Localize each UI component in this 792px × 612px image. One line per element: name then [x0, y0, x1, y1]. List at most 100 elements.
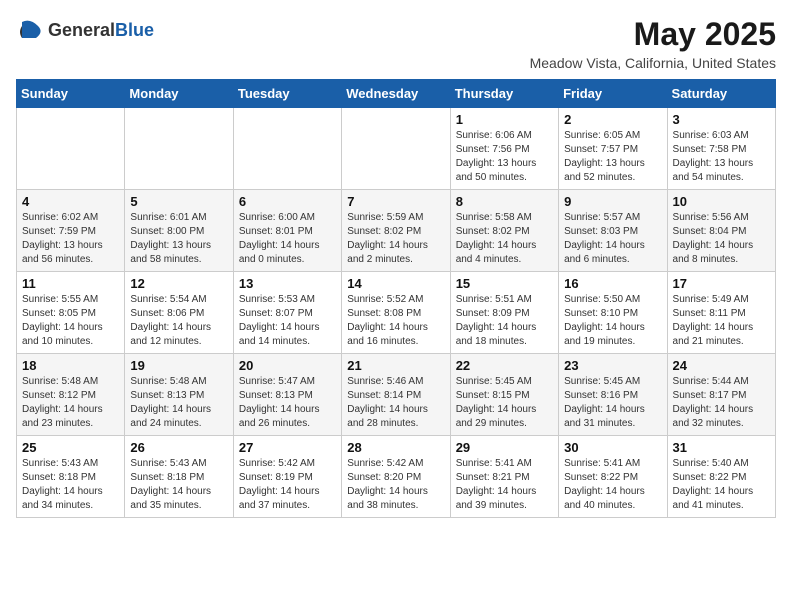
logo-blue: Blue — [115, 20, 154, 40]
day-info: Sunrise: 6:03 AMSunset: 7:58 PMDaylight:… — [673, 129, 770, 185]
day-number: 31 — [673, 440, 770, 455]
calendar-cell: 7 Sunrise: 5:59 AMSunset: 8:02 PMDaylight… — [342, 190, 450, 272]
calendar-cell — [233, 108, 341, 190]
day-number: 12 — [130, 276, 227, 291]
day-info: Sunrise: 5:55 AMSunset: 8:05 PMDaylight:… — [22, 293, 119, 349]
calendar-cell: 22 Sunrise: 5:45 AMSunset: 8:15 PMDayligh… — [450, 354, 558, 436]
calendar-cell: 1Sunrise: 6:06 AMSunset: 7:56 PMDaylight… — [450, 108, 558, 190]
day-number: 5 — [130, 194, 227, 209]
day-number: 1 — [456, 112, 553, 127]
calendar-week-5: 25 Sunrise: 5:43 AMSunset: 8:18 PMDayligh… — [17, 436, 776, 518]
day-info: Sunrise: 5:50 AMSunset: 8:10 PMDaylight:… — [564, 293, 661, 349]
day-number: 4 — [22, 194, 119, 209]
header: GeneralBlue May 2025 Meadow Vista, Calif… — [16, 16, 776, 71]
calendar-cell: 3Sunrise: 6:03 AMSunset: 7:58 PMDaylight… — [667, 108, 775, 190]
calendar-cell: 18 Sunrise: 5:48 AMSunset: 8:12 PMDayligh… — [17, 354, 125, 436]
calendar-week-1: 1Sunrise: 6:06 AMSunset: 7:56 PMDaylight… — [17, 108, 776, 190]
day-number: 10 — [673, 194, 770, 209]
calendar-cell: 5 Sunrise: 6:01 AMSunset: 8:00 PMDaylight… — [125, 190, 233, 272]
calendar-week-3: 11Sunrise: 5:55 AMSunset: 8:05 PMDayligh… — [17, 272, 776, 354]
day-info: Sunrise: 5:41 AMSunset: 8:21 PMDaylight:… — [456, 457, 553, 513]
day-number: 14 — [347, 276, 444, 291]
calendar-title: May 2025 — [530, 16, 776, 53]
calendar-cell: 9Sunrise: 5:57 AMSunset: 8:03 PMDaylight… — [559, 190, 667, 272]
day-number: 13 — [239, 276, 336, 291]
calendar-cell: 19 Sunrise: 5:48 AMSunset: 8:13 PMDayligh… — [125, 354, 233, 436]
day-info: Sunrise: 5:52 AMSunset: 8:08 PMDaylight:… — [347, 293, 444, 349]
calendar-cell: 2 Sunrise: 6:05 AMSunset: 7:57 PMDaylight… — [559, 108, 667, 190]
calendar-cell: 13 Sunrise: 5:53 AMSunset: 8:07 PMDayligh… — [233, 272, 341, 354]
calendar-cell: 20Sunrise: 5:47 AMSunset: 8:13 PMDayligh… — [233, 354, 341, 436]
calendar-cell: 26 Sunrise: 5:43 AMSunset: 8:18 PMDayligh… — [125, 436, 233, 518]
calendar-cell: 30 Sunrise: 5:41 AMSunset: 8:22 PMDayligh… — [559, 436, 667, 518]
day-number: 21 — [347, 358, 444, 373]
calendar-week-4: 18 Sunrise: 5:48 AMSunset: 8:12 PMDayligh… — [17, 354, 776, 436]
day-info: Sunrise: 5:54 AMSunset: 8:06 PMDaylight:… — [130, 293, 227, 349]
logo: GeneralBlue — [16, 16, 154, 44]
logo-icon — [16, 16, 44, 44]
day-number: 26 — [130, 440, 227, 455]
weekday-header-wednesday: Wednesday — [342, 80, 450, 108]
calendar-cell: 8Sunrise: 5:58 AMSunset: 8:02 PMDaylight… — [450, 190, 558, 272]
day-info: Sunrise: 5:48 AMSunset: 8:13 PMDaylight:… — [130, 375, 227, 431]
calendar-cell: 6Sunrise: 6:00 AMSunset: 8:01 PMDaylight… — [233, 190, 341, 272]
day-number: 7 — [347, 194, 444, 209]
calendar-cell: 4 Sunrise: 6:02 AMSunset: 7:59 PMDaylight… — [17, 190, 125, 272]
day-number: 30 — [564, 440, 661, 455]
weekday-header-saturday: Saturday — [667, 80, 775, 108]
calendar-cell: 15Sunrise: 5:51 AMSunset: 8:09 PMDayligh… — [450, 272, 558, 354]
day-info: Sunrise: 6:02 AMSunset: 7:59 PMDaylight:… — [22, 211, 119, 267]
day-info: Sunrise: 5:51 AMSunset: 8:09 PMDaylight:… — [456, 293, 553, 349]
calendar-cell: 27 Sunrise: 5:42 AMSunset: 8:19 PMDayligh… — [233, 436, 341, 518]
day-number: 28 — [347, 440, 444, 455]
day-info: Sunrise: 5:45 AMSunset: 8:15 PMDaylight:… — [456, 375, 553, 431]
weekday-header-sunday: Sunday — [17, 80, 125, 108]
calendar-cell: 10 Sunrise: 5:56 AMSunset: 8:04 PMDayligh… — [667, 190, 775, 272]
calendar-cell: 21Sunrise: 5:46 AMSunset: 8:14 PMDayligh… — [342, 354, 450, 436]
day-info: Sunrise: 6:05 AMSunset: 7:57 PMDaylight:… — [564, 129, 661, 185]
day-info: Sunrise: 5:56 AMSunset: 8:04 PMDaylight:… — [673, 211, 770, 267]
day-number: 29 — [456, 440, 553, 455]
day-number: 25 — [22, 440, 119, 455]
day-number: 20 — [239, 358, 336, 373]
title-area: May 2025 Meadow Vista, California, Unite… — [530, 16, 776, 71]
day-info: Sunrise: 5:48 AMSunset: 8:12 PMDaylight:… — [22, 375, 119, 431]
logo-general: General — [48, 20, 115, 40]
calendar-cell: 31 Sunrise: 5:40 AMSunset: 8:22 PMDayligh… — [667, 436, 775, 518]
calendar-cell — [125, 108, 233, 190]
day-info: Sunrise: 5:43 AMSunset: 8:18 PMDaylight:… — [130, 457, 227, 513]
day-number: 2 — [564, 112, 661, 127]
day-number: 6 — [239, 194, 336, 209]
day-info: Sunrise: 5:40 AMSunset: 8:22 PMDaylight:… — [673, 457, 770, 513]
day-info: Sunrise: 5:41 AMSunset: 8:22 PMDaylight:… — [564, 457, 661, 513]
day-info: Sunrise: 5:43 AMSunset: 8:18 PMDaylight:… — [22, 457, 119, 513]
day-number: 27 — [239, 440, 336, 455]
day-info: Sunrise: 5:49 AMSunset: 8:11 PMDaylight:… — [673, 293, 770, 349]
calendar-cell: 29 Sunrise: 5:41 AMSunset: 8:21 PMDayligh… — [450, 436, 558, 518]
day-number: 17 — [673, 276, 770, 291]
day-info: Sunrise: 5:42 AMSunset: 8:20 PMDaylight:… — [347, 457, 444, 513]
calendar-cell: 28 Sunrise: 5:42 AMSunset: 8:20 PMDayligh… — [342, 436, 450, 518]
calendar-week-2: 4 Sunrise: 6:02 AMSunset: 7:59 PMDaylight… — [17, 190, 776, 272]
day-number: 19 — [130, 358, 227, 373]
calendar-cell — [342, 108, 450, 190]
day-number: 16 — [564, 276, 661, 291]
calendar-cell: 12 Sunrise: 5:54 AMSunset: 8:06 PMDayligh… — [125, 272, 233, 354]
day-info: Sunrise: 5:42 AMSunset: 8:19 PMDaylight:… — [239, 457, 336, 513]
calendar-cell: 17 Sunrise: 5:49 AMSunset: 8:11 PMDayligh… — [667, 272, 775, 354]
day-number: 8 — [456, 194, 553, 209]
day-info: Sunrise: 6:01 AMSunset: 8:00 PMDaylight:… — [130, 211, 227, 267]
calendar-cell: 25 Sunrise: 5:43 AMSunset: 8:18 PMDayligh… — [17, 436, 125, 518]
day-info: Sunrise: 5:53 AMSunset: 8:07 PMDaylight:… — [239, 293, 336, 349]
day-info: Sunrise: 5:44 AMSunset: 8:17 PMDaylight:… — [673, 375, 770, 431]
calendar-cell: 14 Sunrise: 5:52 AMSunset: 8:08 PMDayligh… — [342, 272, 450, 354]
day-number: 23 — [564, 358, 661, 373]
calendar-cell: 11Sunrise: 5:55 AMSunset: 8:05 PMDayligh… — [17, 272, 125, 354]
calendar-table: SundayMondayTuesdayWednesdayThursdayFrid… — [16, 79, 776, 518]
day-number: 18 — [22, 358, 119, 373]
calendar-cell: 23Sunrise: 5:45 AMSunset: 8:16 PMDayligh… — [559, 354, 667, 436]
day-info: Sunrise: 5:59 AMSunset: 8:02 PMDaylight:… — [347, 211, 444, 267]
day-number: 22 — [456, 358, 553, 373]
calendar-subtitle: Meadow Vista, California, United States — [530, 55, 776, 71]
calendar-cell: 24Sunrise: 5:44 AMSunset: 8:17 PMDayligh… — [667, 354, 775, 436]
